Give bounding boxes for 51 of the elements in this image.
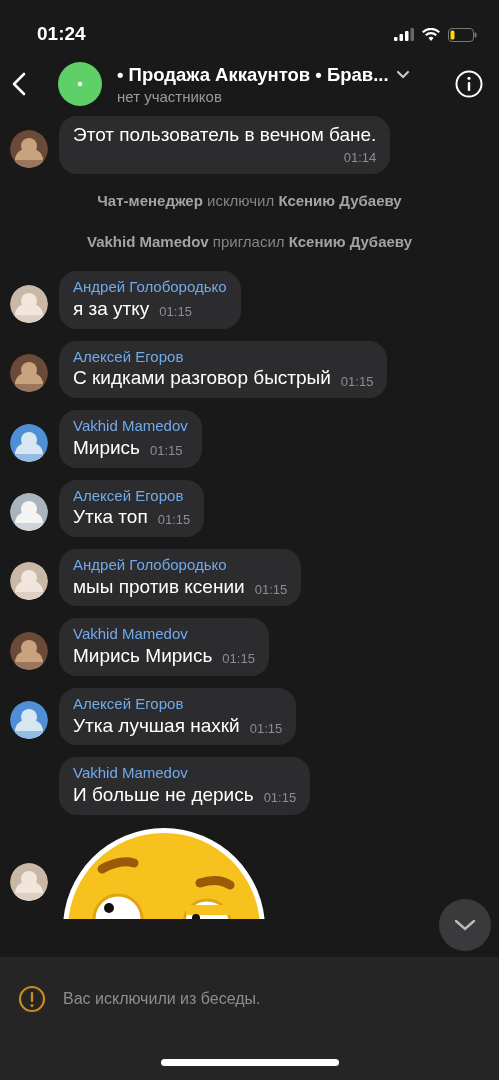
wifi-icon — [422, 28, 440, 41]
message-text: Этот пользователь в вечном бане. — [73, 123, 377, 147]
system-message: Vakhid Mamedov пригласил Ксению Дубаеву — [86, 231, 413, 252]
chat-subtitle: нет участников — [117, 89, 223, 106]
system-message: Чат-менеджер исключил Ксению Дубаеву — [96, 191, 403, 212]
message-time: 01:15 — [159, 303, 192, 322]
message-bubble[interactable]: Этот пользователь в вечном бане. 01:14 — [59, 116, 391, 175]
message-time: 01:15 — [263, 789, 297, 808]
chevron-down-icon — [454, 919, 476, 931]
chat-avatar-icon[interactable] — [58, 61, 102, 106]
sender-name: Vakhid Mamedov — [73, 764, 189, 783]
message-text: Утка лучшая нахкй — [73, 713, 240, 738]
sender-name: Алексей Егоров — [73, 694, 185, 714]
sender-name: Алексей Егоров — [73, 347, 185, 367]
sender-name: Андрей Голобородько — [73, 555, 228, 575]
chat-title: • Продажа Аккаунтов • Брав... — [117, 63, 389, 88]
battery-icon — [448, 27, 477, 42]
message-time: 01:15 — [222, 650, 255, 669]
warning-icon — [18, 985, 46, 1013]
message-bubble[interactable]: Алексей Егоров Утка лучшая нахкй 01:15 — [59, 687, 297, 746]
sender-name: Vakhid Mamedov — [73, 417, 188, 436]
sender-name: Vakhid Mamedov — [73, 625, 189, 645]
message-bubble[interactable]: Vakhid Mamedov И больше не дерись 01:15 — [59, 757, 311, 815]
signal-icon — [394, 28, 414, 41]
caret-icon[interactable] — [396, 71, 409, 80]
message-bubble[interactable]: Алексей Егоров Утка топ 01:15 — [59, 479, 205, 537]
message-text: С кидками разговор быстрый — [73, 366, 331, 391]
message-text: Мирись Мирись — [73, 644, 213, 669]
message-time: 01:15 — [157, 511, 191, 530]
message-bubble[interactable]: Алексей Егоров С кидками разговор быстрый 01:15 — [59, 340, 388, 399]
message-text: И больше не дерись — [73, 783, 254, 807]
message-time: 01:15 — [340, 372, 374, 391]
message-bubble[interactable]: Андрей Голобородько мыы против ксении 01:15 — [59, 548, 302, 607]
back-icon[interactable] — [12, 71, 26, 96]
sender-name: Андрей Голобородько — [73, 278, 227, 297]
clock-time: 01:24 — [37, 22, 86, 47]
info-icon[interactable] — [455, 69, 483, 98]
sender-name: Алексей Егоров — [73, 486, 185, 506]
scroll-down-button[interactable] — [439, 899, 491, 951]
message-time: 01:15 — [254, 580, 288, 599]
message-text: Утка топ — [73, 505, 148, 530]
message-time: 01:15 — [150, 442, 183, 460]
message-bubble[interactable]: Андрей Голобородько я за утку 01:15 — [59, 271, 241, 329]
message-time: 01:15 — [249, 719, 283, 738]
message-text: мыы против ксении — [73, 574, 245, 599]
message-bubble[interactable]: Vakhid Mamedov Мирись 01:15 — [59, 410, 202, 468]
message-bubble[interactable]: Vakhid Mamedov Мирись Мирись 01:15 — [59, 618, 269, 676]
message-time: 01:14 — [343, 148, 377, 167]
notice-text: Вас исключили из беседы. — [63, 989, 261, 1009]
message-text: Мирись — [73, 435, 141, 460]
message-text: я за утку — [73, 296, 150, 321]
